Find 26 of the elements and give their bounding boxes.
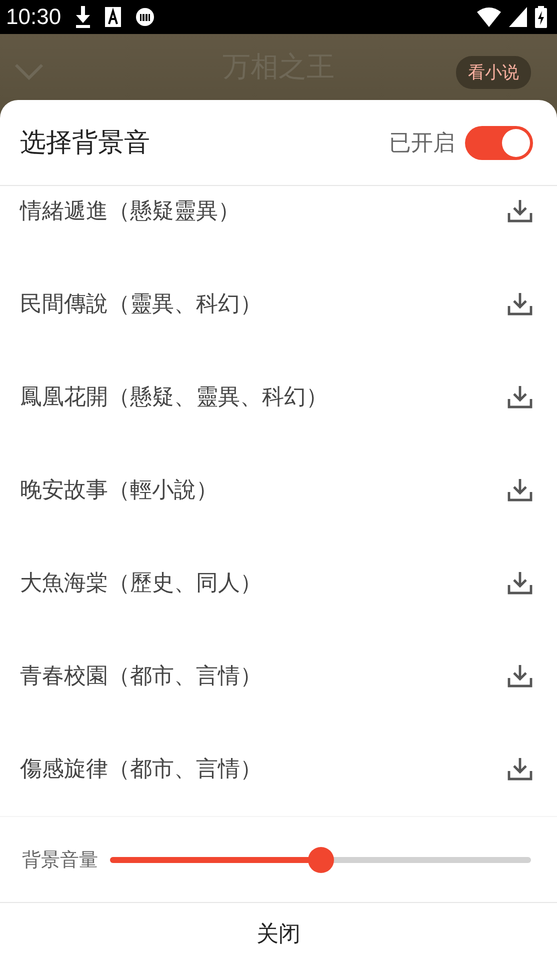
toggle-switch[interactable] bbox=[465, 126, 533, 160]
sound-name[interactable]: 鳳凰花開（懸疑、靈異、科幻） bbox=[20, 382, 507, 412]
close-button[interactable]: 关闭 bbox=[240, 911, 316, 957]
download-icon[interactable] bbox=[507, 756, 533, 780]
download-icon[interactable] bbox=[507, 384, 533, 408]
sound-name[interactable]: 大魚海棠（歷史、同人） bbox=[20, 568, 507, 598]
volume-label: 背景音量 bbox=[22, 848, 98, 872]
sheet-title: 选择背景音 bbox=[20, 127, 151, 160]
download-icon[interactable] bbox=[507, 664, 533, 688]
status-time: 10:30 bbox=[6, 4, 62, 30]
wifi-icon bbox=[477, 7, 501, 27]
sound-name[interactable]: 民間傳說（靈異、科幻） bbox=[20, 288, 507, 318]
text-icon bbox=[105, 7, 122, 27]
sound-name[interactable]: 晚安故事（輕小說） bbox=[20, 474, 507, 504]
download-icon[interactable] bbox=[507, 570, 533, 594]
sound-name[interactable]: 傷感旋律（都市、言情） bbox=[20, 754, 507, 784]
download-icon bbox=[75, 6, 92, 28]
sound-name[interactable]: 情緒遞進（懸疑靈異） bbox=[20, 196, 507, 226]
download-icon[interactable] bbox=[507, 292, 533, 316]
toggle-label: 已开启 bbox=[389, 130, 455, 158]
battery-icon bbox=[535, 6, 547, 28]
download-icon[interactable] bbox=[507, 478, 533, 502]
download-icon[interactable] bbox=[507, 198, 533, 222]
sound-name[interactable]: 青春校園（都市、言情） bbox=[20, 660, 507, 690]
read-novel-button[interactable]: 看小说 bbox=[456, 56, 531, 88]
signal-icon bbox=[509, 7, 527, 27]
